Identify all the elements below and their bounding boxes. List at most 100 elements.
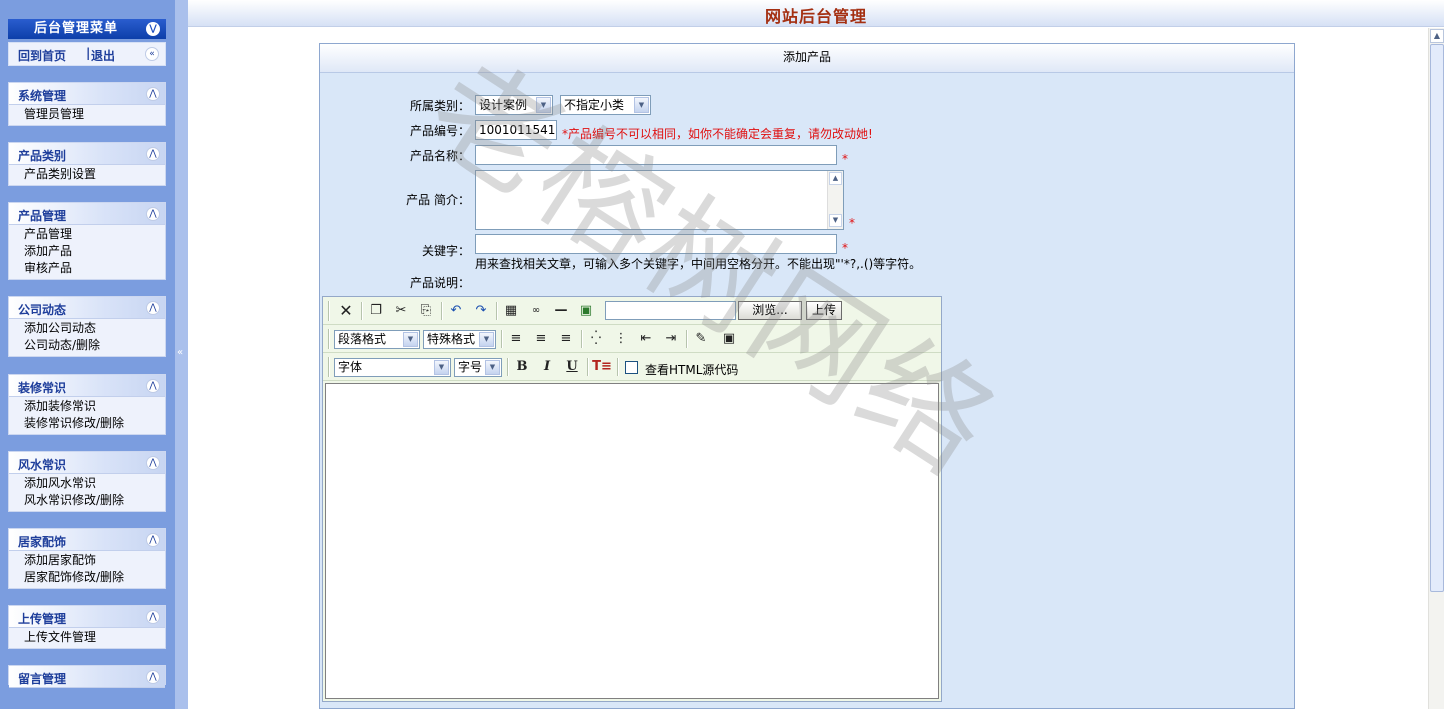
sidebar-group-news: 公司动态 ⋀ 添加公司动态 公司动态/删除	[8, 296, 166, 357]
product-intro-textarea[interactable]: ▲ ▼	[475, 170, 844, 230]
group-header[interactable]: 居家配饰 ⋀	[9, 529, 165, 551]
group-header[interactable]: 公司动态 ⋀	[9, 297, 165, 319]
delete-icon[interactable]: ✕	[335, 301, 357, 321]
sidebar-item-edit-fengshui[interactable]: 风水常识修改/删除	[24, 492, 165, 509]
underline-icon[interactable]: U	[561, 357, 583, 377]
logout-link[interactable]: 退出	[91, 47, 115, 64]
sidebar-item-category-settings[interactable]: 产品类别设置	[24, 166, 165, 183]
scrollbar-thumb[interactable]	[1430, 44, 1444, 592]
page-scrollbar[interactable]: ▲	[1428, 28, 1444, 709]
sidebar-item-add-news[interactable]: 添加公司动态	[24, 320, 165, 337]
product-name-input[interactable]	[475, 145, 837, 165]
keyword-input[interactable]	[475, 234, 837, 254]
group-header[interactable]: 产品类别 ⋀	[9, 143, 165, 165]
chevron-up-icon[interactable]: ⋀	[146, 610, 160, 624]
toolbar-separator	[507, 358, 509, 376]
sidebar-item-add-product[interactable]: 添加产品	[24, 243, 165, 260]
ordered-list-icon[interactable]: ⁛	[585, 329, 607, 349]
editor-content-area[interactable]	[325, 383, 939, 699]
chevron-down-icon: ▼	[634, 97, 649, 113]
paste-icon[interactable]: ⎘	[415, 301, 437, 321]
toolbar-separator	[441, 302, 443, 320]
sidebar-nav: 回到首页 | 退出 «	[8, 42, 166, 66]
sidebar-group-messages: 留言管理 ⋀	[8, 665, 166, 688]
chevron-up-icon[interactable]: ⋀	[146, 87, 160, 101]
toolbar-grip	[328, 357, 330, 377]
toolbar-separator	[686, 330, 688, 348]
align-left-icon[interactable]: ≡	[505, 329, 527, 349]
sidebar-item-upload-files[interactable]: 上传文件管理	[24, 629, 165, 646]
image-icon[interactable]: ▣	[575, 301, 597, 321]
group-header[interactable]: 上传管理 ⋀	[9, 606, 165, 628]
sidebar-item-edit-decoration[interactable]: 装修常识修改/删除	[24, 415, 165, 432]
chevron-up-icon[interactable]: ⋀	[146, 301, 160, 315]
browse-button[interactable]: 浏览...	[738, 301, 802, 320]
outdent-icon[interactable]: ⇤	[635, 329, 657, 349]
chevron-down-icon[interactable]: ▼	[829, 214, 842, 227]
sidebar-item-review-product[interactable]: 审核产品	[24, 260, 165, 277]
category-select[interactable]: 设计案例 ▼	[475, 95, 553, 115]
group-header[interactable]: 装修常识 ⋀	[9, 375, 165, 397]
chevron-up-icon[interactable]: ⋀	[146, 207, 160, 221]
sidebar-splitter[interactable]: «	[175, 0, 188, 709]
special-format-select[interactable]: 特殊格式 ▼	[423, 330, 496, 349]
redo-icon[interactable]: ↷	[470, 301, 492, 321]
sidebar-item-add-fengshui[interactable]: 添加风水常识	[24, 475, 165, 492]
sidebar-item-edit-news[interactable]: 公司动态/删除	[24, 337, 165, 354]
group-header[interactable]: 系统管理 ⋀	[9, 83, 165, 105]
sidebar-group-home-deco: 居家配饰 ⋀ 添加居家配饰 居家配饰修改/删除	[8, 528, 166, 589]
chevron-up-icon[interactable]: ⋀	[146, 379, 160, 393]
sidebar-item-add-home-deco[interactable]: 添加居家配饰	[24, 552, 165, 569]
copy-icon[interactable]: ❐	[365, 301, 387, 321]
textarea-scrollbar[interactable]: ▲ ▼	[827, 171, 843, 229]
sidebar-item-add-decoration[interactable]: 添加装修常识	[24, 398, 165, 415]
keyword-hint: 用来查找相关文章，可输入多个关键字，中间用空格分开。不能出现"'*?,.()等字…	[475, 257, 922, 271]
chevron-left-icon[interactable]: «	[145, 47, 159, 61]
undo-icon[interactable]: ↶	[445, 301, 467, 321]
chevron-up-icon[interactable]: ⋀	[146, 456, 160, 470]
chevron-up-icon[interactable]: ⋀	[146, 147, 160, 161]
chevron-left-icon[interactable]: «	[177, 347, 183, 358]
chevron-up-icon[interactable]: ⋀	[146, 670, 160, 684]
table-icon[interactable]: ▦	[500, 301, 522, 321]
chevron-up-icon[interactable]: ⋀	[146, 533, 160, 547]
clear-format-icon[interactable]: ✎	[690, 329, 712, 349]
horizontal-rule-icon[interactable]: —	[550, 301, 572, 321]
align-right-icon[interactable]: ≡	[555, 329, 577, 349]
group-header[interactable]: 留言管理 ⋀	[9, 666, 165, 688]
chevron-down-icon: ▼	[485, 360, 500, 375]
chevron-down-icon[interactable]: ⋁	[146, 22, 160, 36]
sidebar-group-system: 系统管理 ⋀ 管理员管理	[8, 82, 166, 126]
bold-icon[interactable]: B	[511, 357, 533, 377]
group-header[interactable]: 风水常识 ⋀	[9, 452, 165, 474]
cut-icon[interactable]: ✂	[390, 301, 412, 321]
italic-icon[interactable]: I	[536, 357, 558, 377]
align-center-icon[interactable]: ≡	[530, 329, 552, 349]
chevron-up-icon[interactable]: ▲	[1430, 29, 1444, 43]
intro-label: 产品 简介：	[406, 193, 470, 207]
group-header[interactable]: 产品管理 ⋀	[9, 203, 165, 225]
view-html-checkbox[interactable]	[625, 361, 638, 374]
unordered-list-icon[interactable]: ⋮	[610, 329, 632, 349]
category-select-value: 设计案例	[479, 98, 528, 112]
font-size-select[interactable]: 字号 ▼	[454, 358, 502, 377]
indent-icon[interactable]: ⇥	[660, 329, 682, 349]
home-link[interactable]: 回到首页	[18, 47, 66, 64]
file-path-input[interactable]	[605, 301, 736, 320]
chevron-down-icon: ▼	[403, 332, 418, 347]
chevron-up-icon[interactable]: ▲	[829, 172, 842, 185]
subcategory-select-value: 不指定小类	[564, 98, 625, 112]
product-code-input[interactable]: 1001011541	[475, 120, 557, 140]
subcategory-select[interactable]: 不指定小类 ▼	[560, 95, 651, 115]
toolbar-grip	[328, 301, 330, 321]
link-icon[interactable]: ∞	[525, 301, 547, 321]
font-select[interactable]: 字体 ▼	[334, 358, 451, 377]
sidebar-item-edit-home-deco[interactable]: 居家配饰修改/删除	[24, 569, 165, 586]
upload-button[interactable]: 上传	[806, 301, 842, 320]
save-icon[interactable]: ▣	[718, 329, 740, 349]
description-label: 产品说明：	[409, 276, 470, 290]
sidebar-item-product-manage[interactable]: 产品管理	[24, 226, 165, 243]
sidebar-item-admin[interactable]: 管理员管理	[24, 106, 165, 123]
text-color-icon[interactable]: T≡	[591, 357, 613, 377]
paragraph-format-select[interactable]: 段落格式 ▼	[334, 330, 420, 349]
